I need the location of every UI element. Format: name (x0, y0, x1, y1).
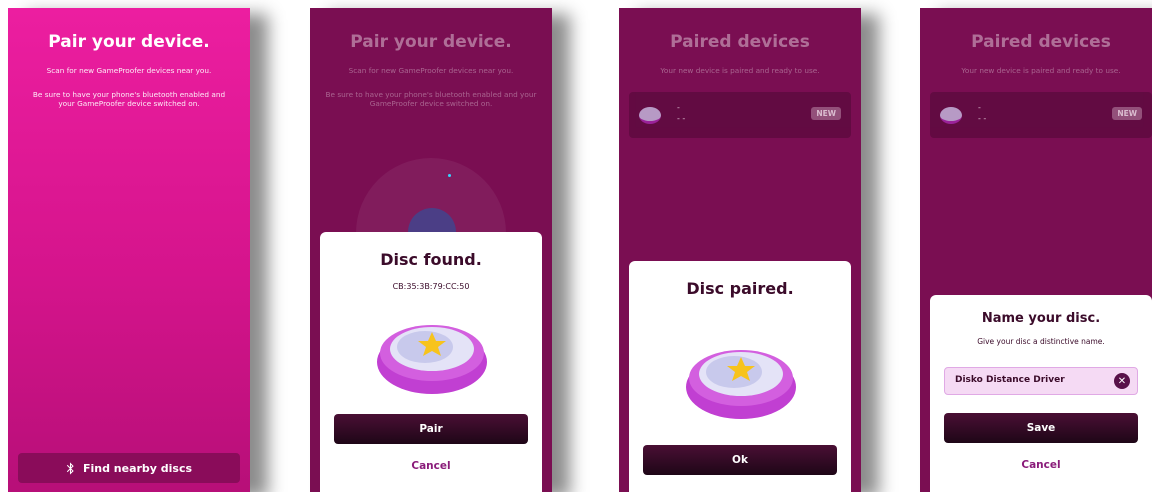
disc-address: CB:35:3B:79:CC:50 (392, 282, 470, 291)
pair-button[interactable]: Pair (334, 414, 528, 444)
paired-device-card[interactable]: - - - NEW (629, 92, 851, 138)
find-nearby-discs-label: Find nearby discs (82, 461, 193, 475)
page-subtitle: Scan for new GameProofer devices near yo… (46, 66, 212, 75)
page-subtitle: Your new device is paired and ready to u… (961, 66, 1121, 75)
disc-icon (377, 325, 487, 394)
device-name: - (978, 103, 981, 112)
disc-paired-dialog: Disc paired. Ok (629, 261, 851, 492)
disc-name-input[interactable] (953, 374, 1117, 386)
disc-icon (940, 107, 962, 124)
disc-icon (686, 350, 796, 419)
cancel-button[interactable]: Cancel (930, 459, 1152, 471)
new-badge: NEW (1112, 107, 1142, 120)
page-title: Paired devices (971, 32, 1111, 52)
device-id: - - (978, 114, 987, 123)
cancel-button[interactable]: Cancel (320, 460, 542, 472)
screen-disc-paired: Paired devices Your new device is paired… (619, 8, 861, 492)
device-name: - (677, 103, 680, 112)
instructions-text: Be sure to have your phone's bluetooth e… (32, 90, 226, 108)
dialog-title: Disc found. (380, 250, 482, 269)
page-title: Paired devices (670, 32, 810, 52)
disc-name-field[interactable]: ✕ (944, 367, 1138, 395)
page-subtitle: Your new device is paired and ready to u… (660, 66, 820, 75)
dialog-title: Disc paired. (686, 279, 794, 298)
screen-name-disc: Paired devices Your new device is paired… (920, 8, 1152, 492)
close-icon[interactable]: ✕ (1114, 373, 1130, 389)
new-badge: NEW (811, 107, 841, 120)
page-subtitle: Scan for new GameProofer devices near yo… (348, 66, 514, 75)
page-title: Pair your device. (48, 32, 210, 52)
dialog-subtitle: Give your disc a distinctive name. (977, 337, 1105, 346)
page-title: Pair your device. (350, 32, 512, 52)
find-nearby-discs-button[interactable]: Find nearby discs (18, 453, 240, 483)
name-disc-dialog: Name your disc. Give your disc a distinc… (930, 295, 1152, 492)
bluetooth-icon (66, 461, 74, 475)
device-id: - - (677, 114, 686, 123)
ok-button[interactable]: Ok (643, 445, 837, 475)
scan-blip (448, 174, 451, 177)
dialog-title: Name your disc. (981, 311, 1101, 326)
save-button[interactable]: Save (944, 413, 1138, 443)
screen-pair-device: Pair your device. Scan for new GameProof… (8, 8, 250, 492)
screen-disc-found: Pair your device. Scan for new GameProof… (310, 8, 552, 492)
disc-found-dialog: Disc found. CB:35:3B:79:CC:50 Pair Cance… (320, 232, 542, 492)
disc-icon (639, 107, 661, 124)
paired-device-card[interactable]: - - - NEW (930, 92, 1152, 138)
instructions-text: Be sure to have your phone's bluetooth e… (325, 90, 537, 108)
